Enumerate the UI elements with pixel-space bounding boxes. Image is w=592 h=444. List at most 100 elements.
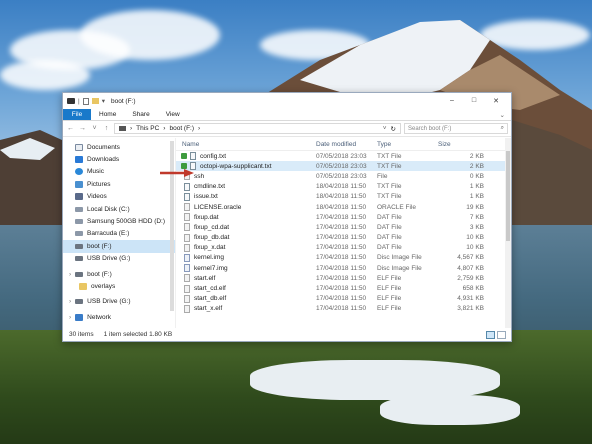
column-name[interactable]: Name (176, 141, 310, 148)
column-date-modified[interactable]: Date modified (310, 141, 371, 148)
ribbon-tabs: File Home Share View ⌄ (63, 109, 511, 121)
column-size[interactable]: Size (432, 141, 492, 148)
file-row[interactable]: start.elf 17/04/2018 11:50 ELF File 2,759 K… (176, 273, 511, 283)
tab-view[interactable]: View (158, 109, 188, 120)
sidebar-scrollbar[interactable] (170, 141, 174, 311)
sidebar-item-samsung-hdd[interactable]: Samsung 500GB HDD (D:) (63, 215, 175, 227)
file-row[interactable]: octopi-wpa-supplicant.txt 07/05/2018 23:0… (176, 161, 511, 172)
file-row[interactable]: fixup_db.dat 17/04/2018 11:50 DAT File 10 K… (176, 233, 511, 243)
file-name-cell: fixup.dat (176, 213, 310, 222)
tab-share[interactable]: Share (124, 109, 157, 120)
tab-home[interactable]: Home (91, 109, 124, 120)
address-bar[interactable]: › This PC › boot (F:) › ˅ ↻ (114, 123, 401, 134)
quick-access-toolbar: | ▾ (67, 97, 105, 105)
sidebar-item-downloads[interactable]: Downloads (63, 153, 175, 165)
file-date: 17/04/2018 11:50 (316, 254, 367, 262)
chevron-down-icon[interactable]: ▾ (102, 97, 105, 105)
sidebar-item-usb-drive-root[interactable]: › USB Drive (G:) (63, 296, 175, 308)
new-folder-icon[interactable] (91, 98, 99, 104)
file-name-cell: fixup_x.dat (176, 243, 310, 252)
network-icon (75, 313, 84, 321)
file-row[interactable]: ssh 07/05/2018 23:03 File 0 KB (176, 171, 511, 181)
column-date-label: Date modified (316, 140, 357, 148)
file-row[interactable]: fixup_cd.dat 17/04/2018 11:50 DAT File 3 KB (176, 222, 511, 232)
breadcrumb-separator: › (163, 125, 166, 132)
tab-file[interactable]: File (63, 109, 91, 120)
sidebar-item-barracuda[interactable]: Barracuda (E:) (63, 228, 175, 240)
file-name-cell: start_db.elf (176, 294, 310, 303)
usb-drive-icon (75, 271, 84, 277)
view-toggles (486, 330, 511, 339)
sidebar-item-network[interactable]: › Network (63, 311, 175, 323)
file-row[interactable]: start_x.elf 17/04/2018 11:50 ELF File 3,821… (176, 304, 511, 314)
file-name-cell: fixup_cd.dat (176, 223, 310, 232)
breadcrumb-boot[interactable]: boot (F:) (169, 125, 194, 132)
folder-icon (79, 282, 87, 290)
sync-check-icon (181, 153, 187, 160)
file-size: 10 KB (466, 234, 484, 242)
file-type: Disc Image File (377, 254, 422, 262)
file-row[interactable]: config.txt 07/05/2018 23:03 TXT File 2 KB (176, 151, 511, 161)
chevron-right-icon[interactable]: › (69, 298, 71, 305)
file-size: 4,931 KB (457, 295, 484, 303)
sidebar-item-label: Music (87, 168, 104, 176)
annotation-arrow (160, 169, 194, 177)
file-row[interactable]: kernel.img 17/04/2018 11:50 Disc Image Fil… (176, 253, 511, 263)
large-icons-view-button[interactable] (497, 330, 506, 339)
maximize-button[interactable]: □ (463, 97, 485, 105)
sidebar-item-local-disk[interactable]: Local Disk (C:) (63, 203, 175, 215)
item-count: 30 items (69, 331, 94, 338)
sidebar-item-boot[interactable]: boot (F:) (63, 240, 175, 253)
search-input[interactable]: Search boot (F:) ⌕ (404, 123, 508, 134)
snow-patch (380, 395, 520, 425)
file-date: 17/04/2018 11:50 (316, 213, 367, 221)
chevron-right-icon[interactable]: › (69, 314, 71, 321)
sidebar-item-pictures[interactable]: Pictures (63, 178, 175, 190)
sidebar-item-usb-drive[interactable]: USB Drive (G:) (63, 253, 175, 265)
breadcrumb-this-pc[interactable]: This PC (136, 125, 159, 132)
address-bar-row: ← → ˅ ↑ › This PC › boot (F:) › ˅ ↻ Sear… (63, 121, 511, 137)
forward-button[interactable]: → (78, 125, 87, 132)
sidebar-item-videos[interactable]: Videos (63, 191, 175, 203)
sidebar-item-music[interactable]: Music (63, 166, 175, 178)
chevron-right-icon[interactable]: › (69, 271, 71, 278)
file-row[interactable]: cmdline.txt 18/04/2018 11:50 TXT File 1 KB (176, 182, 511, 192)
file-row[interactable]: issue.txt 18/04/2018 11:50 TXT File 1 KB (176, 192, 511, 202)
sidebar-item-overlays[interactable]: overlays (63, 280, 175, 292)
file-row[interactable]: start_cd.elf 17/04/2018 11:50 ELF File 658 … (176, 283, 511, 293)
column-type[interactable]: Type (371, 141, 432, 148)
file-name-cell: start_x.elf (176, 304, 310, 313)
up-button[interactable]: ↑ (102, 125, 111, 132)
file-list-scrollbar[interactable] (505, 138, 511, 328)
file-size: 1 KB (469, 193, 484, 201)
file-row[interactable]: LICENSE.oracle 18/04/2018 11:50 ORACLE Fil… (176, 202, 511, 212)
file-type: ELF File (377, 305, 402, 313)
explorer-body: Documents Downloads Music Pictures Video… (63, 138, 511, 328)
file-size: 3,821 KB (457, 305, 484, 313)
scrollbar-thumb[interactable] (506, 151, 510, 241)
file-name-cell: issue.txt (176, 192, 310, 201)
minimize-button[interactable]: – (441, 97, 463, 105)
search-icon: ⌕ (500, 125, 504, 131)
properties-icon[interactable] (82, 97, 89, 105)
file-row[interactable]: fixup_x.dat 17/04/2018 11:50 DAT File 10 KB (176, 243, 511, 253)
file-row[interactable]: kernel7.img 17/04/2018 11:50 Disc Image Fi… (176, 263, 511, 273)
recent-locations-button[interactable]: ˅ (90, 125, 99, 132)
address-dropdown-icon[interactable]: ˅ (383, 125, 387, 132)
back-button[interactable]: ← (66, 125, 75, 132)
expand-ribbon-icon[interactable]: ⌄ (500, 109, 511, 120)
file-date: 18/04/2018 11:50 (316, 193, 367, 201)
sidebar-item-documents[interactable]: Documents (63, 141, 175, 153)
details-view-button[interactable] (486, 330, 495, 339)
downloads-icon (75, 156, 83, 164)
refresh-icon[interactable]: ↻ (391, 125, 396, 133)
text-file-icon (190, 152, 196, 161)
sidebar-item-boot-root[interactable]: › boot (F:) (63, 268, 175, 280)
file-name: LICENSE.oracle (194, 203, 242, 211)
file-type: DAT File (377, 223, 402, 231)
file-type: DAT File (377, 244, 402, 252)
close-button[interactable]: ✕ (485, 97, 507, 105)
file-row[interactable]: fixup.dat 17/04/2018 11:50 DAT File 7 KB (176, 212, 511, 222)
text-file-icon (184, 192, 190, 201)
file-row[interactable]: start_db.elf 17/04/2018 11:50 ELF File 4,93… (176, 294, 511, 304)
